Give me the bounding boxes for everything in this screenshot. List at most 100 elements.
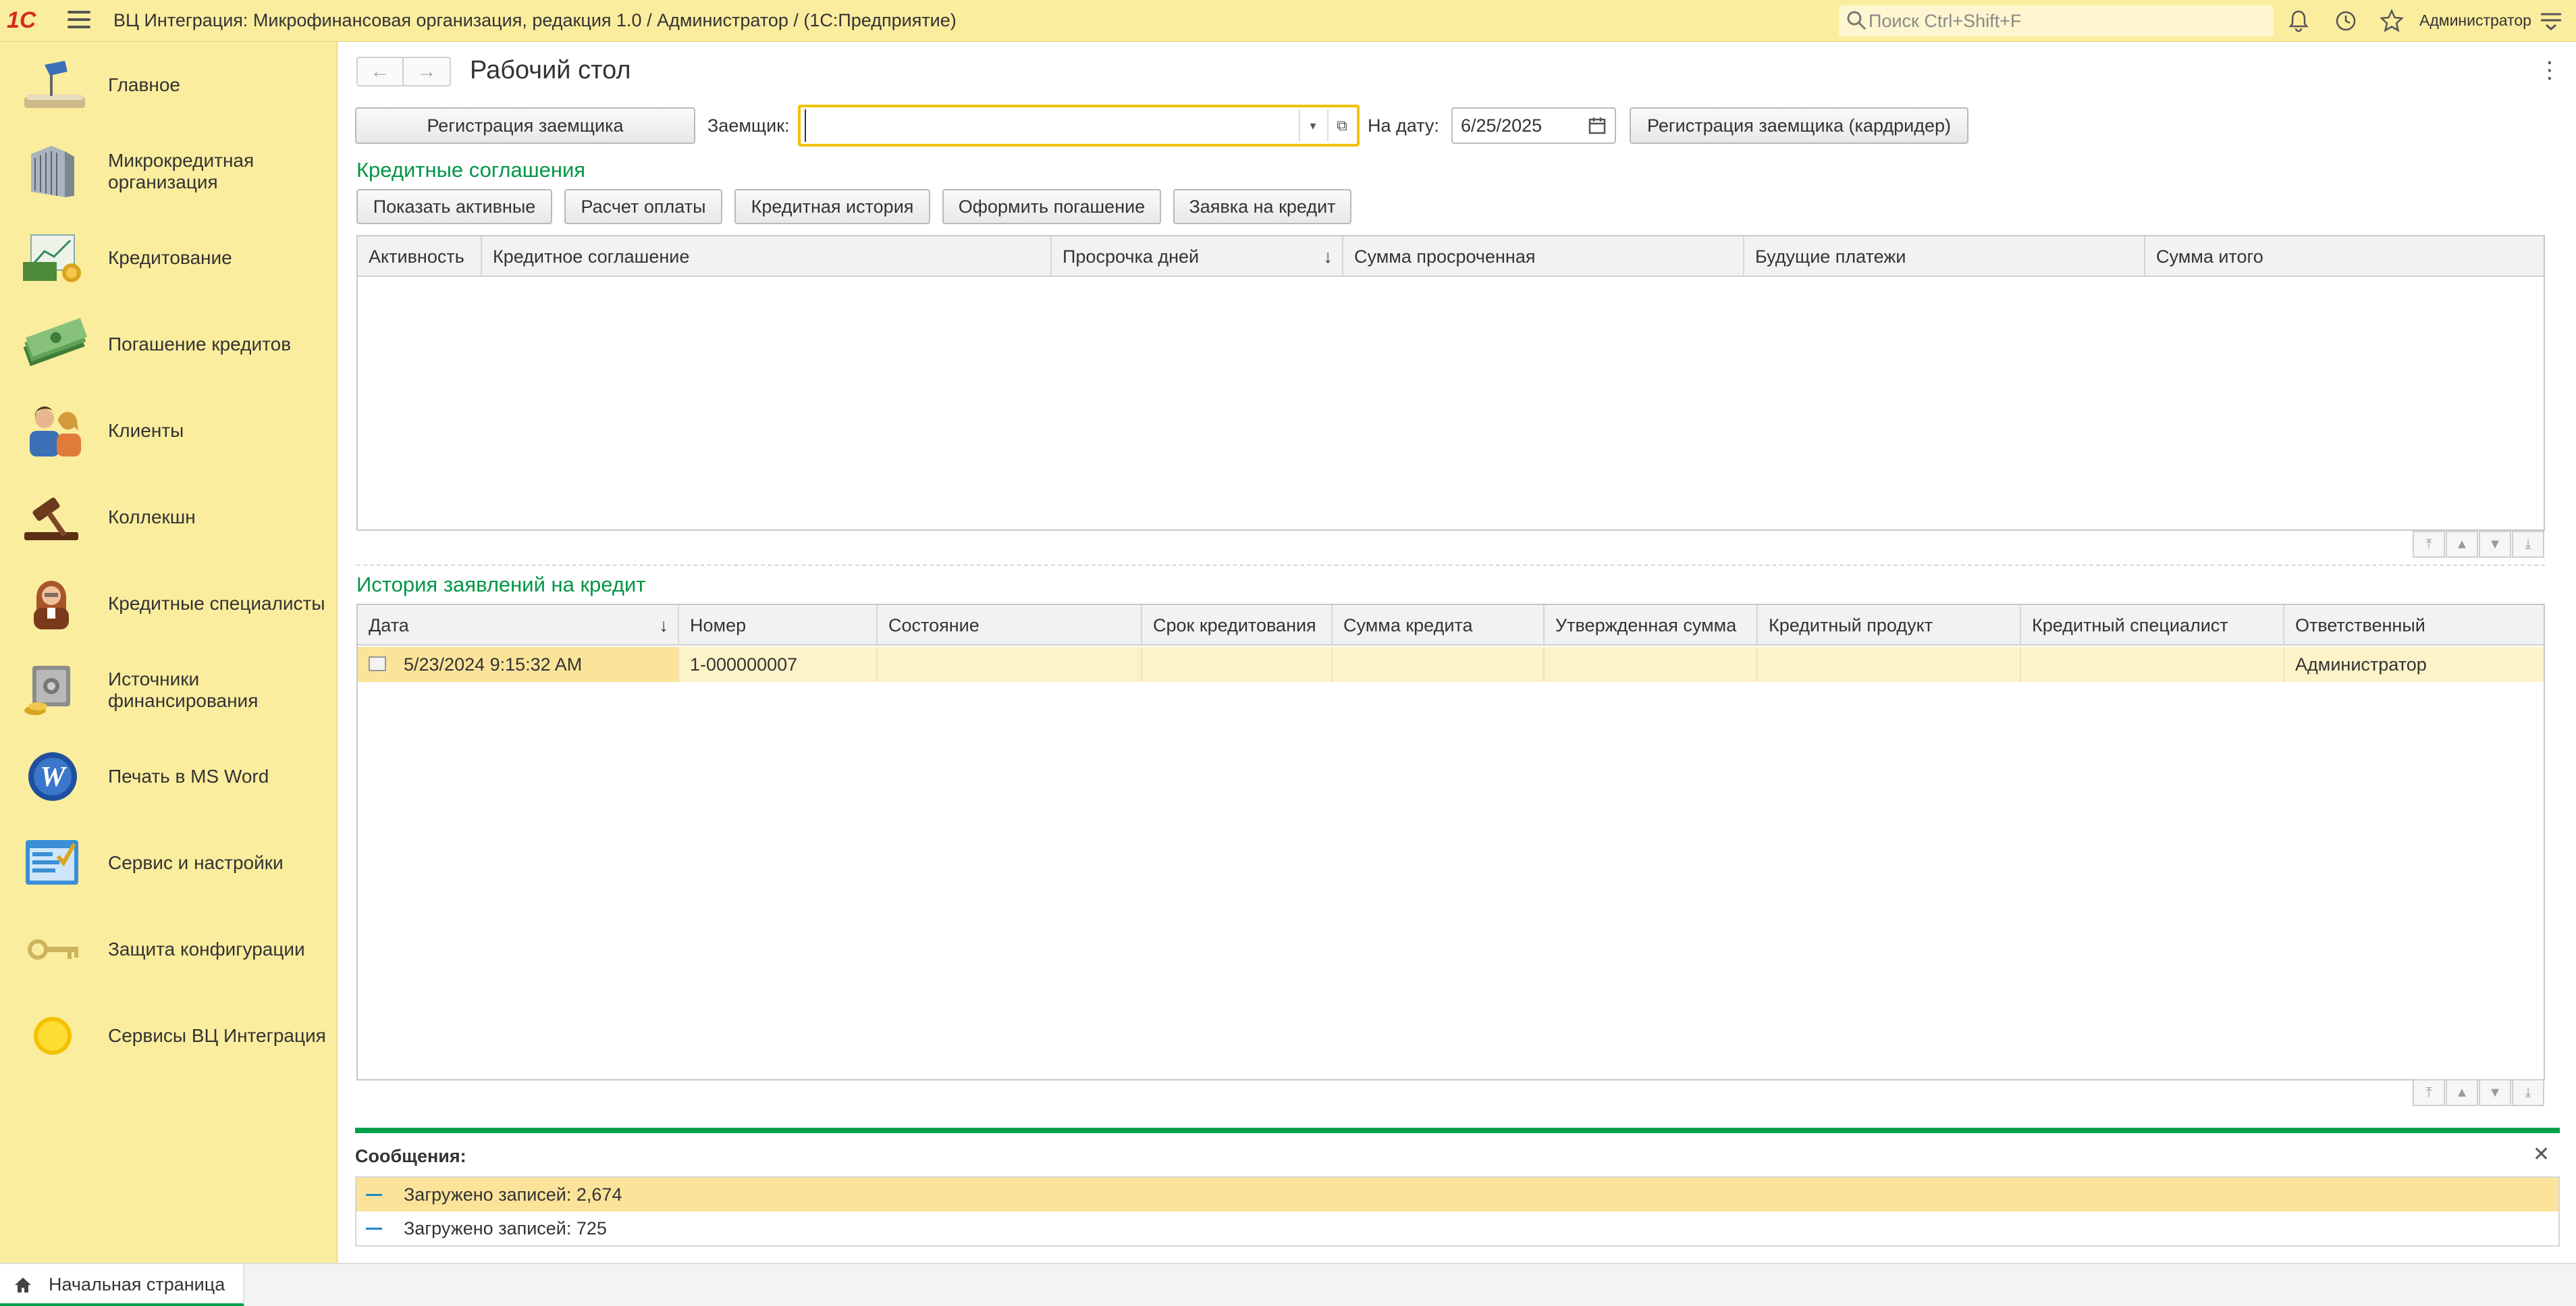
settings-window-icon bbox=[26, 840, 78, 885]
row-date: 5/23/2024 9:15:32 AM bbox=[358, 647, 679, 682]
home-icon bbox=[15, 1278, 31, 1292]
col-responsible[interactable]: Ответственный bbox=[2284, 605, 2544, 646]
tab-start-page[interactable]: Начальная страница bbox=[0, 1264, 244, 1306]
make-repayment-button[interactable]: Оформить погашение bbox=[942, 189, 1161, 224]
col-date[interactable]: Дата ↓ bbox=[358, 605, 679, 646]
credit-history-button[interactable]: Кредитная история bbox=[734, 189, 930, 224]
col-credit-product[interactable]: Кредитный продукт bbox=[1758, 605, 2021, 646]
more-actions-icon[interactable]: ⋮ bbox=[2538, 57, 2561, 84]
date-input[interactable]: 6/25/2025 bbox=[1461, 107, 1542, 144]
gavel-icon bbox=[24, 497, 78, 540]
history-scroll-buttons: ⤒ ▲ ▼ ⤓ bbox=[2413, 1079, 2545, 1106]
keys-icon bbox=[28, 939, 78, 960]
sidebar-item-lending[interactable]: Кредитование bbox=[0, 216, 338, 300]
sidebar-item-config-protection[interactable]: Защита конфигурации bbox=[0, 908, 338, 991]
safe-coins-icon bbox=[24, 666, 70, 715]
messages-title: Сообщения: bbox=[355, 1146, 466, 1166]
row-state bbox=[878, 647, 1142, 682]
col-activity[interactable]: Активность bbox=[358, 236, 482, 277]
sidebar-item-funding-sources[interactable]: Источники финансирования bbox=[0, 648, 338, 732]
borrower-label: Заемщик: bbox=[707, 115, 790, 136]
money-chart-icon bbox=[23, 234, 81, 282]
col-credit-amount[interactable]: Сумма кредита bbox=[1333, 605, 1545, 646]
col-number[interactable]: Номер bbox=[679, 605, 878, 646]
scroll-bottom-icon[interactable]: ⤓ bbox=[2512, 1079, 2544, 1106]
message-item[interactable]: Загружено записей: 725 bbox=[356, 1211, 2558, 1245]
clients-icon bbox=[30, 406, 81, 456]
credit-request-button[interactable]: Заявка на кредит bbox=[1173, 189, 1351, 224]
history-table-header: Дата ↓ Номер Состояние Срок кредитования … bbox=[358, 605, 2544, 646]
message-text: Загружено записей: 725 bbox=[404, 1218, 607, 1238]
history-table[interactable]: Дата ↓ Номер Состояние Срок кредитования … bbox=[356, 604, 2545, 1080]
message-marker-icon bbox=[366, 1228, 382, 1230]
scroll-top-icon[interactable]: ⤒ bbox=[2413, 1079, 2445, 1106]
sidebar-item-collection[interactable]: Коллекшн bbox=[0, 475, 338, 559]
svg-text:W: W bbox=[40, 762, 67, 793]
page-title: Рабочий стол bbox=[470, 56, 631, 84]
user-name[interactable]: Администратор bbox=[2419, 0, 2531, 41]
star-icon[interactable] bbox=[2379, 8, 2405, 34]
col-term[interactable]: Срок кредитования bbox=[1142, 605, 1333, 646]
payment-calc-button[interactable]: Расчет оплаты bbox=[564, 189, 722, 224]
col-overdue-days[interactable]: Просрочка дней ↓ bbox=[1052, 236, 1343, 277]
calendar-icon[interactable] bbox=[1588, 116, 1607, 135]
back-arrow-icon[interactable]: ← bbox=[358, 58, 404, 85]
sidebar-item-credit-specialists[interactable]: Кредитные специалисты bbox=[0, 562, 338, 646]
agreements-table[interactable]: Активность Кредитное соглашение Просрочк… bbox=[356, 235, 2545, 531]
scroll-bottom-icon[interactable]: ⤓ bbox=[2512, 531, 2544, 558]
sidebar-item-repayment[interactable]: Погашение кредитов bbox=[0, 303, 338, 386]
sidebar-item-main[interactable]: Главное bbox=[0, 43, 338, 127]
sidebar-item-service-settings[interactable]: Сервис и настройки bbox=[0, 821, 338, 905]
search-icon bbox=[1847, 11, 1867, 30]
col-credit-specialist[interactable]: Кредитный специалист bbox=[2021, 605, 2284, 646]
borrower-open-icon[interactable]: ⧉ bbox=[1327, 109, 1356, 142]
settings-menu-icon[interactable] bbox=[2540, 11, 2562, 31]
search-input[interactable] bbox=[1869, 5, 2267, 36]
sort-desc-icon: ↓ bbox=[659, 615, 669, 635]
register-borrower-button[interactable]: Регистрация заемщика bbox=[355, 107, 695, 144]
scroll-up-icon[interactable]: ▲ bbox=[2446, 1079, 2478, 1106]
borrower-dropdown-icon[interactable]: ▾ bbox=[1299, 109, 1326, 142]
col-agreement[interactable]: Кредитное соглашение bbox=[482, 236, 1052, 277]
col-total-sum[interactable]: Сумма итого bbox=[2145, 236, 2544, 277]
row-responsible: Администратор bbox=[2295, 654, 2427, 675]
scroll-top-icon[interactable]: ⤒ bbox=[2413, 531, 2445, 558]
sidebar-item-ms-word[interactable]: W Печать в MS Word bbox=[0, 735, 338, 818]
bell-icon[interactable] bbox=[2286, 8, 2311, 34]
history-icon[interactable] bbox=[2333, 8, 2359, 34]
show-active-button[interactable]: Показать активные bbox=[356, 189, 552, 224]
row-approved bbox=[1545, 647, 1758, 682]
col-future-payments[interactable]: Будущие платежи bbox=[1744, 236, 2145, 277]
sidebar: Главное Микрокредитная организация Креди… bbox=[0, 42, 338, 1263]
word-icon: W bbox=[28, 752, 77, 801]
agreements-table-header: Активность Кредитное соглашение Просрочк… bbox=[358, 236, 2544, 277]
banknotes-icon bbox=[23, 317, 88, 367]
scroll-down-icon[interactable]: ▼ bbox=[2479, 531, 2511, 558]
message-marker-icon bbox=[366, 1194, 382, 1196]
col-overdue-sum[interactable]: Сумма просроченная bbox=[1343, 236, 1744, 277]
agreements-title: Кредитные соглашения bbox=[356, 158, 586, 182]
row-specialist bbox=[2021, 647, 2284, 682]
col-state[interactable]: Состояние bbox=[878, 605, 1142, 646]
messages-separator bbox=[355, 1128, 2560, 1133]
tab-label: Начальная страница bbox=[49, 1274, 225, 1295]
col-approved-amount[interactable]: Утвержденная сумма bbox=[1545, 605, 1758, 646]
sidebar-item-organization[interactable]: Микрокредитная организация bbox=[0, 130, 338, 213]
message-item[interactable]: Загружено записей: 2,674 bbox=[356, 1178, 2558, 1211]
scroll-down-icon[interactable]: ▼ bbox=[2479, 1079, 2511, 1106]
row-term bbox=[1142, 647, 1333, 682]
1c-logo[interactable]: 1С bbox=[7, 7, 51, 34]
forward-arrow-icon[interactable]: → bbox=[404, 58, 450, 85]
close-icon[interactable]: ✕ bbox=[2533, 1143, 2550, 1167]
scroll-up-icon[interactable]: ▲ bbox=[2446, 531, 2478, 558]
table-row[interactable]: 5/23/2024 9:15:32 AM 1-000000007 Админис… bbox=[358, 647, 2544, 682]
register-borrower-card-button[interactable]: Регистрация заемщика (кардридер) bbox=[1630, 107, 1968, 144]
building-icon bbox=[31, 146, 74, 197]
sidebar-item-vc-services[interactable]: Сервисы ВЦ Интеграция bbox=[0, 994, 338, 1078]
agreements-scroll-buttons: ⤒ ▲ ▼ ⤓ bbox=[2413, 531, 2545, 558]
sidebar-item-clients[interactable]: Клиенты bbox=[0, 389, 338, 473]
specialist-icon bbox=[34, 581, 69, 629]
main-menu-icon[interactable] bbox=[68, 11, 90, 31]
row-amount bbox=[1333, 647, 1545, 682]
borrower-input[interactable] bbox=[805, 109, 1295, 142]
